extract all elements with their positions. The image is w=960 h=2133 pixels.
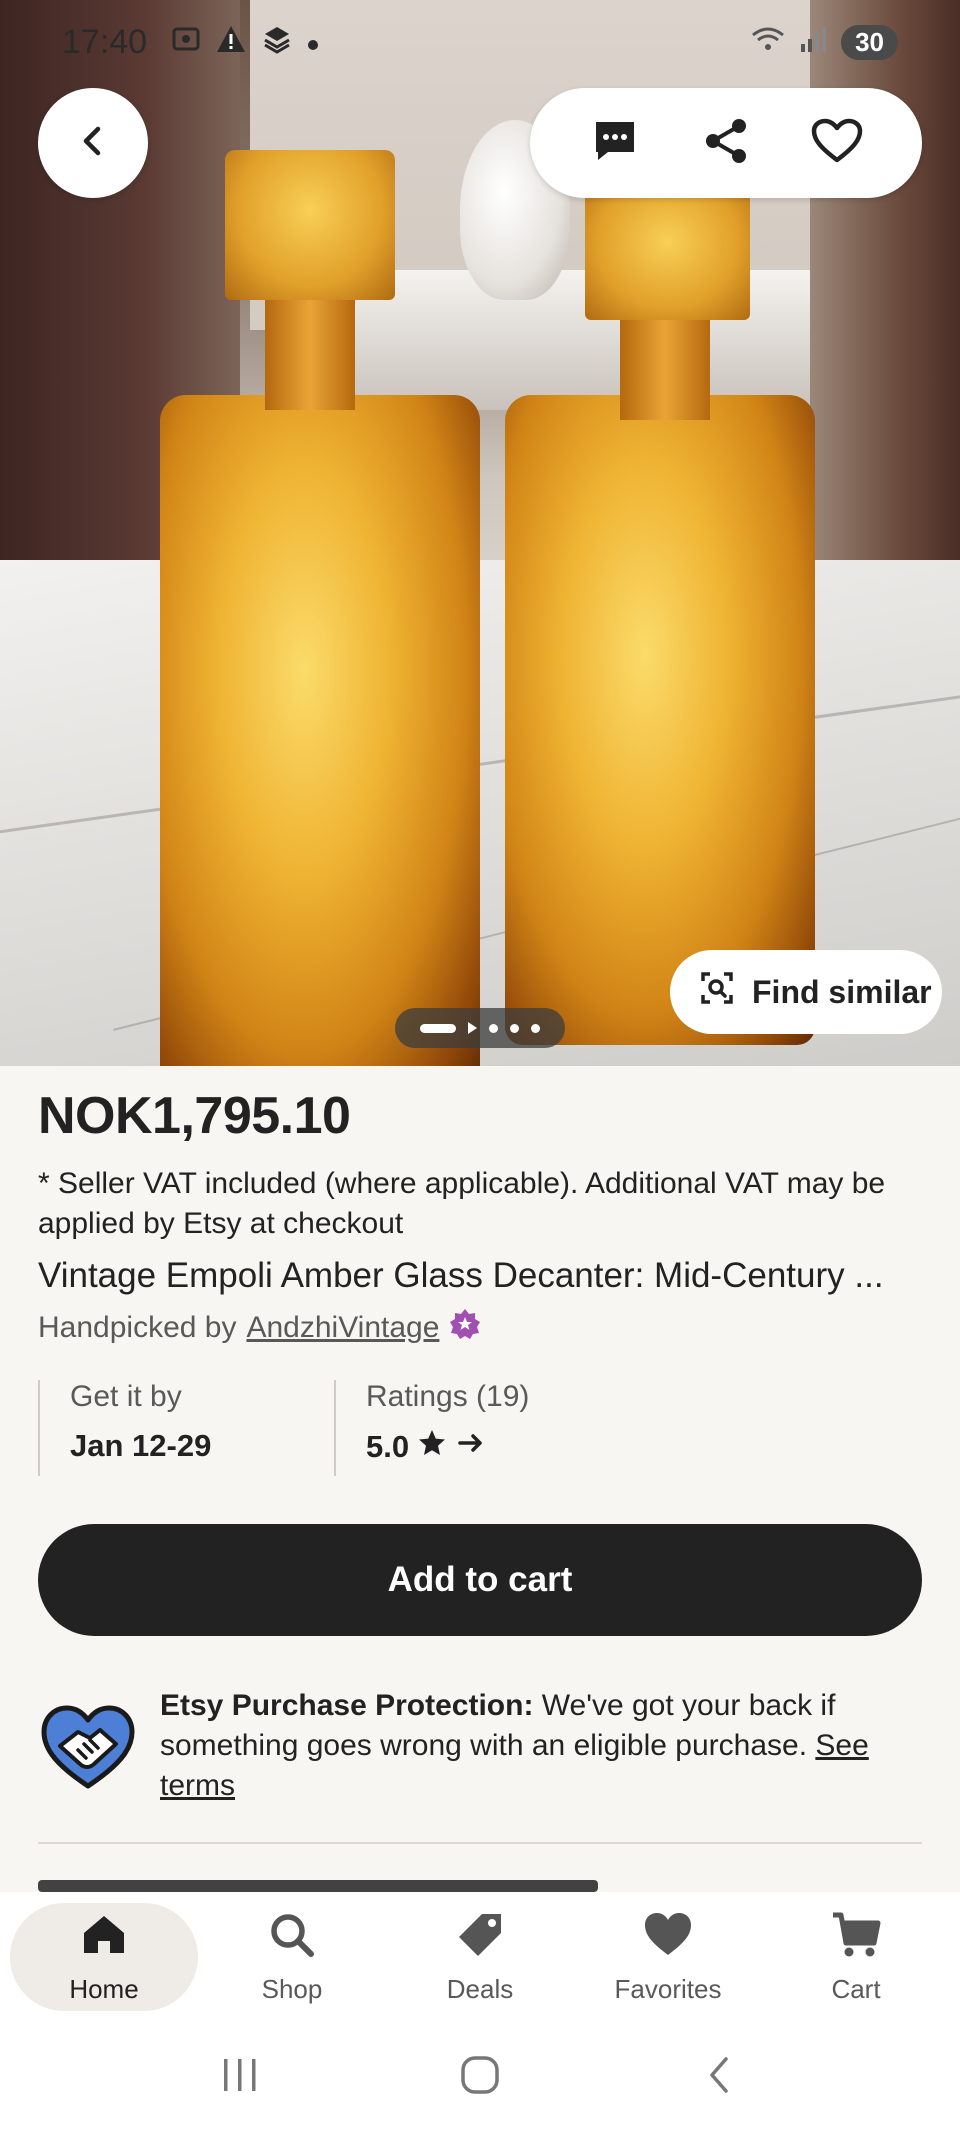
find-similar-label: Find similar [752,973,932,1010]
search-icon [266,1909,318,1968]
section-divider [38,1842,922,1844]
delivery-date: Jan 12-29 [70,1428,212,1463]
system-navigation-bar [0,2022,960,2133]
protection-title: Etsy Purchase Protection: [160,1689,534,1722]
arrow-right-icon [455,1428,487,1466]
product-price: NOK1,795.10 [38,1087,351,1145]
nav-deals[interactable]: Deals [386,1903,574,2011]
product-title[interactable]: Vintage Empoli Amber Glass Decanter: Mid… [38,1256,922,1296]
nav-shop[interactable]: Shop [198,1903,386,2011]
favorite-button[interactable] [802,108,872,178]
nav-cart-label: Cart [831,1974,881,2004]
nav-home[interactable]: Home [10,1903,198,2011]
shop-name-link[interactable]: AndzhiVintage [246,1311,439,1345]
nav-favorites[interactable]: Favorites [574,1903,762,2011]
tag-icon [454,1909,506,1968]
amber-decanter-right [505,190,815,1045]
nav-shop-label: Shop [261,1974,323,2004]
warning-icon [215,24,247,61]
next-section-heading-peek [38,1880,598,1892]
visual-search-icon [700,971,734,1013]
delivery-and-ratings: Get it by Jan 12-29 Ratings (19) 5.0 [38,1380,922,1476]
chat-bubble-icon [592,118,638,169]
battery-indicator: 30 [841,24,898,60]
ratings-summary[interactable]: Ratings (19) 5.0 [334,1380,630,1476]
carousel-dot [531,1023,540,1033]
handpicked-by: Handpicked by AndzhiVintage [38,1308,922,1348]
purchase-protection: Etsy Purchase Protection: We've got your… [38,1686,922,1806]
notification-dot-icon [307,26,319,58]
share-icon [701,116,751,171]
product-actions-bar [530,88,922,198]
ratings-label: Ratings (19) [366,1380,530,1413]
vat-note: * Seller VAT included (where applicable)… [38,1167,886,1240]
heart-outline-icon [811,118,863,169]
image-carousel-indicator[interactable] [395,1008,565,1048]
find-similar-button[interactable]: Find similar [670,950,942,1034]
protection-text: Etsy Purchase Protection: We've got your… [160,1686,922,1806]
status-time: 17:40 [62,22,148,61]
amber-decanter-left [160,150,490,1066]
nav-cart[interactable]: Cart [762,1903,950,2011]
wifi-icon [751,25,785,60]
delivery-estimate: Get it by Jan 12-29 [38,1380,334,1476]
star-icon [417,1428,447,1466]
chevron-left-icon [73,121,113,166]
app-stack-icon [261,24,293,61]
carousel-video-indicator [468,1022,477,1034]
screenshot-icon [171,24,201,61]
nav-deals-label: Deals [446,1974,514,2004]
home-icon [78,1909,130,1968]
signal-icon [799,26,827,59]
handshake-heart-icon [38,1698,138,1798]
add-to-cart-button[interactable]: Add to cart [38,1524,922,1636]
system-back-button[interactable] [698,2053,742,2102]
nav-favorites-label: Favorites [614,1974,722,2004]
recent-apps-button[interactable] [218,2053,262,2102]
bottom-navigation: Home Shop Deals Favorites Cart [0,1892,960,2022]
nav-home-label: Home [69,1974,139,2004]
status-bar: 17:40 30 [0,0,960,84]
star-seller-badge-icon [449,1308,481,1348]
rating-value: 5.0 [366,1429,410,1464]
share-button[interactable] [691,108,761,178]
carousel-dot-active [420,1023,456,1033]
heart-icon [642,1909,694,1968]
carousel-dot [489,1023,498,1033]
handpicked-prefix: Handpicked by [38,1311,237,1344]
delivery-label: Get it by [70,1380,182,1413]
home-button[interactable] [458,2053,502,2102]
cart-icon [830,1909,882,1968]
product-info: NOK1,795.10 * Seller VAT included (where… [38,1086,922,1348]
carousel-dot [510,1023,519,1033]
message-seller-button[interactable] [580,108,650,178]
back-button[interactable] [38,88,148,198]
